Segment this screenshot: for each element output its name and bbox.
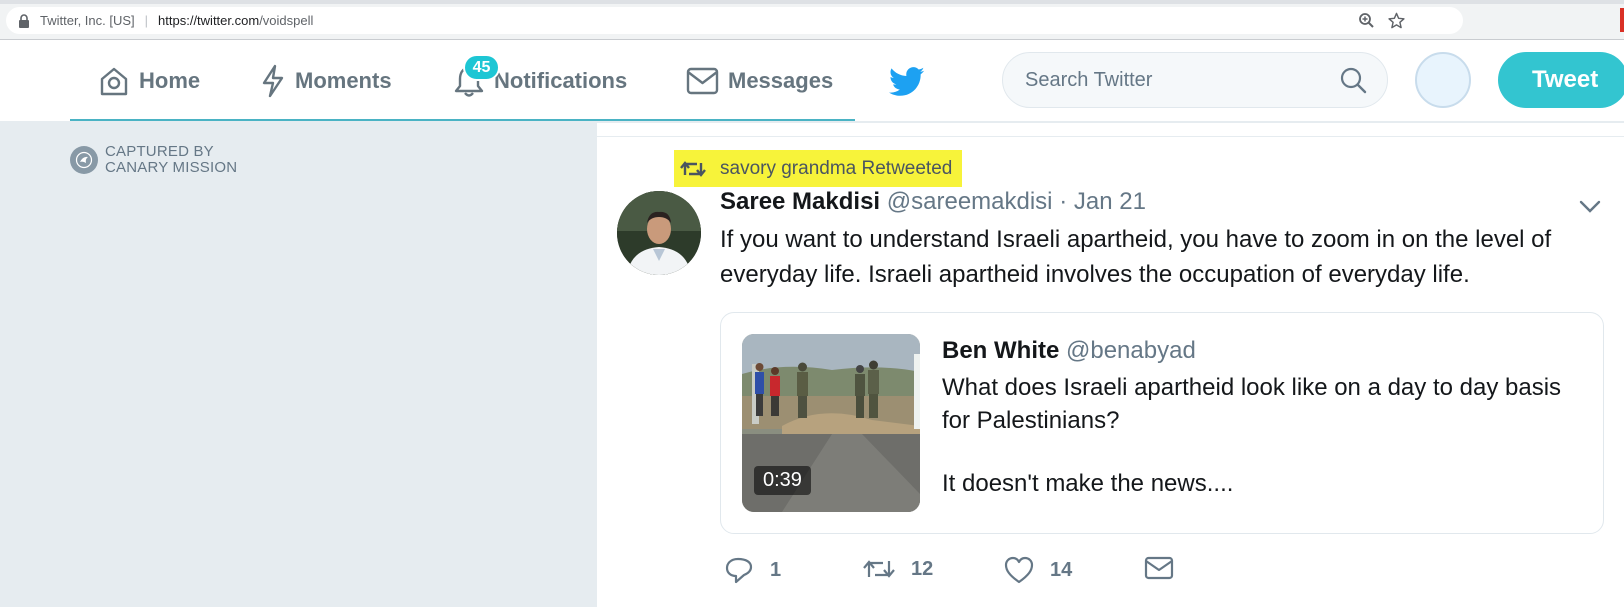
tweet-header: Saree Makdisi @sareemakdisi · Jan 21 xyxy=(720,188,1146,216)
reply-button[interactable]: 1 xyxy=(724,556,781,584)
tweet-date[interactable]: Jan 21 xyxy=(1074,188,1146,215)
tweet-actions: 1 12 14 xyxy=(720,556,1420,592)
bookmark-star-icon[interactable] xyxy=(1388,12,1405,29)
nav-moments-label: Moments xyxy=(295,68,392,93)
search-placeholder: Search Twitter xyxy=(1025,68,1153,91)
video-thumbnail[interactable]: 0:39 xyxy=(742,334,920,512)
url-host: https://twitter.com xyxy=(158,13,260,28)
left-sidebar xyxy=(0,123,596,607)
browser-address-bar: Twitter, Inc. [US] | https://twitter.com… xyxy=(0,0,1624,40)
captured-line-1: CAPTURED BY xyxy=(105,143,214,160)
nav-moments[interactable]: Moments xyxy=(260,40,392,122)
author-handle[interactable]: @sareemakdisi xyxy=(887,188,1053,215)
retweet-count: 12 xyxy=(911,557,934,580)
nav-active-underline xyxy=(70,119,855,121)
chevron-down-icon[interactable] xyxy=(1579,200,1601,214)
notifications-count-badge[interactable]: 45 xyxy=(463,54,500,81)
tweet-text: If you want to understand Israeli aparth… xyxy=(720,226,1552,288)
url-text[interactable]: https://twitter.com/voidspell xyxy=(158,13,313,28)
browser-extension-mark xyxy=(1620,8,1624,32)
retweet-context-label: savory grandma Retweeted xyxy=(720,157,953,179)
retweet-button[interactable]: 12 xyxy=(863,556,933,582)
author-name[interactable]: Saree Makdisi xyxy=(720,188,880,215)
nav-messages-label: Messages xyxy=(728,68,834,93)
envelope-icon xyxy=(1144,556,1174,580)
quoted-tweet-text-continued: It doesn't make the news.... xyxy=(942,470,1234,497)
nav-home-label: Home xyxy=(139,68,201,93)
quoted-tweet-text: What does Israeli apartheid look like on… xyxy=(942,374,1562,434)
quoted-author-name[interactable]: Ben White xyxy=(942,337,1059,364)
heart-icon xyxy=(1004,556,1034,584)
lightning-icon xyxy=(262,64,284,98)
captured-line-2: CANARY MISSION xyxy=(105,159,238,176)
nav-home[interactable]: Home xyxy=(98,40,200,122)
browser-tabstrip-edge xyxy=(0,0,1624,4)
search-icon[interactable] xyxy=(1339,66,1367,94)
twitter-top-nav: Home Moments Notifications 45 Messages S… xyxy=(0,40,1624,122)
canary-mission-logo-icon xyxy=(70,146,98,174)
timeline-divider xyxy=(597,136,1624,137)
header-separator: · xyxy=(1059,188,1068,215)
retweet-context[interactable]: savory grandma Retweeted xyxy=(674,150,963,187)
twitter-bird-icon[interactable] xyxy=(889,66,925,98)
retweet-icon xyxy=(863,560,895,578)
author-avatar[interactable] xyxy=(617,191,701,275)
url-divider: | xyxy=(144,13,149,28)
video-duration: 0:39 xyxy=(754,466,811,495)
reply-icon xyxy=(725,557,753,584)
quoted-tweet-card[interactable]: 0:39 Ben White @benabyad What does Israe… xyxy=(720,312,1604,534)
reply-count: 1 xyxy=(770,558,782,581)
home-icon xyxy=(100,67,128,96)
lock-icon[interactable] xyxy=(18,13,32,28)
url-path: /voidspell xyxy=(259,13,314,28)
captured-text: CAPTURED BY CANARY MISSION xyxy=(105,144,237,176)
retweet-icon xyxy=(680,160,706,177)
account-avatar[interactable] xyxy=(1415,52,1471,108)
nav-messages[interactable]: Messages xyxy=(686,40,833,122)
quoted-author-handle[interactable]: @benabyad xyxy=(1066,337,1196,364)
nav-notifications[interactable]: Notifications xyxy=(453,40,627,122)
search-input[interactable]: Search Twitter xyxy=(1002,52,1388,108)
nav-notifications-label: Notifications xyxy=(494,68,628,93)
like-button[interactable]: 14 xyxy=(1004,556,1072,584)
quoted-tweet-header: Ben White @benabyad xyxy=(942,337,1196,365)
url-field[interactable]: Twitter, Inc. [US] | https://twitter.com… xyxy=(6,7,1463,34)
envelope-icon xyxy=(686,67,719,95)
like-count: 14 xyxy=(1050,558,1073,581)
compose-tweet-button[interactable]: Tweet xyxy=(1498,52,1624,108)
site-identity[interactable]: Twitter, Inc. [US] xyxy=(40,13,135,28)
zoom-icon[interactable] xyxy=(1358,12,1375,29)
direct-message-button[interactable] xyxy=(1144,556,1190,580)
captured-by-watermark: CAPTURED BY CANARY MISSION xyxy=(70,144,237,176)
